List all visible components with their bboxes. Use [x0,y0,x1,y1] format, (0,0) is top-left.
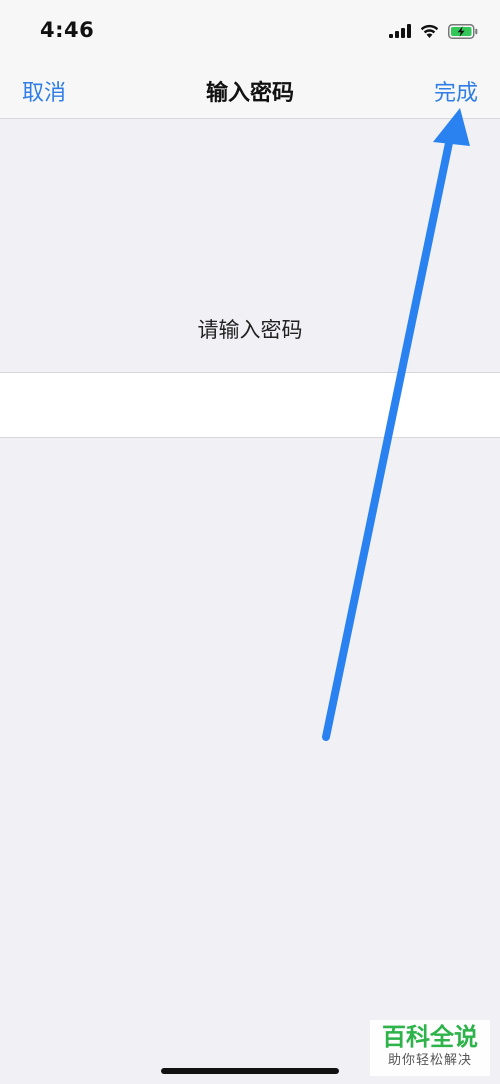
home-indicator[interactable] [161,1068,339,1074]
status-bar: 4:46 [0,0,500,62]
battery-charging-icon [448,23,478,39]
status-time: 4:46 [40,18,95,42]
cellular-signal-icon [389,24,411,38]
password-prompt: 请输入密码 [197,318,303,342]
wifi-icon [420,24,439,38]
password-field[interactable] [0,372,500,438]
watermark-title: 百科全说 [382,1023,478,1051]
watermark-subtitle: 助你轻松解决 [387,1053,472,1068]
navigation-bar: 取消 输入密码 完成 [0,62,500,119]
password-input[interactable] [0,373,500,437]
done-button[interactable]: 完成 [434,75,478,107]
page-title: 输入密码 [205,81,294,106]
watermark-logo: 百科全说 助你轻松解决 [370,1020,490,1076]
annotation-arrow [322,108,470,741]
status-icons [389,20,478,42]
